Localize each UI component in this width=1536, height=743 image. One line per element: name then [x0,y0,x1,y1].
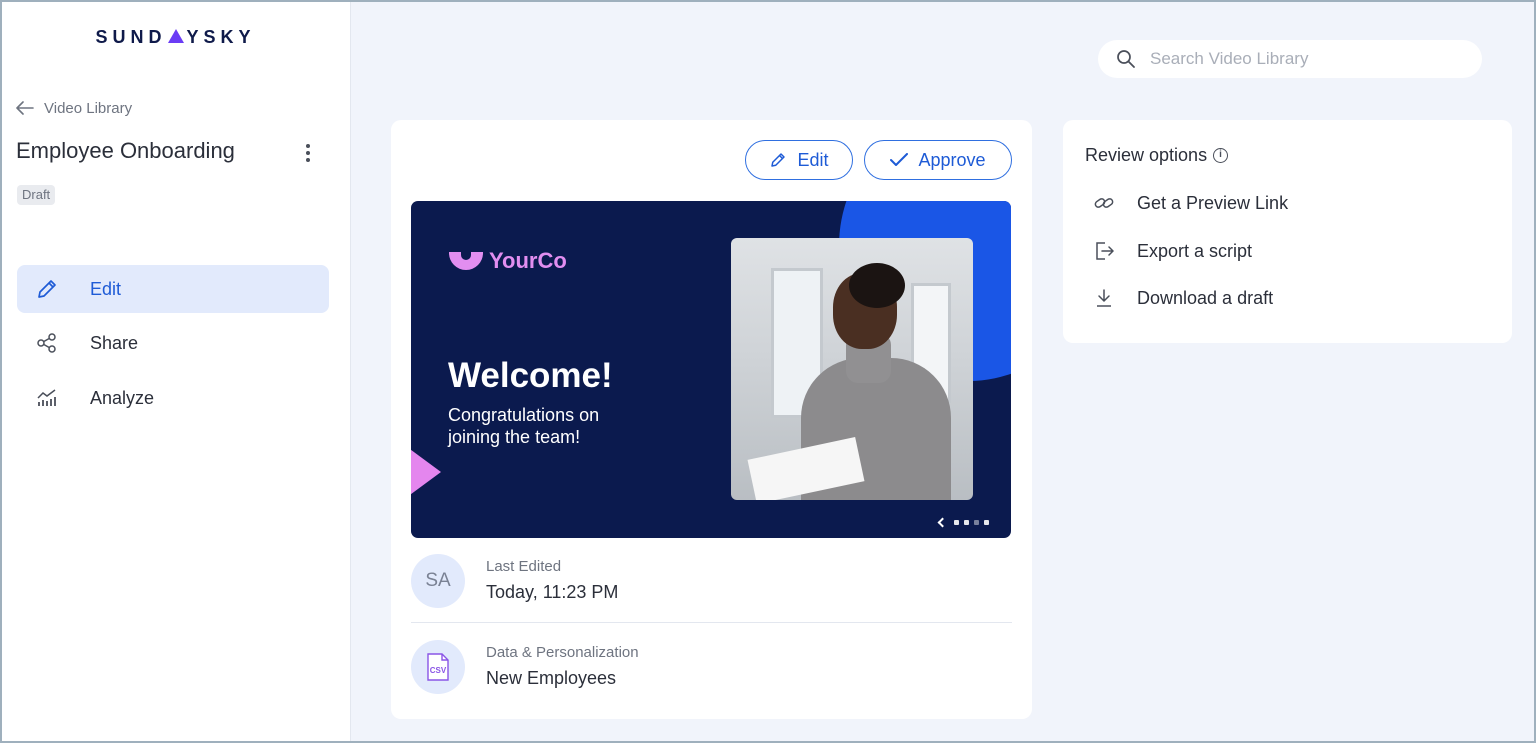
last-edited-label: Last Edited [486,558,562,575]
arrow-left-icon [16,101,34,115]
nav-item-edit[interactable]: Edit [17,265,329,313]
more-options-icon[interactable] [298,140,318,166]
divider [411,622,1012,623]
slide-pager[interactable] [937,517,989,528]
approve-button[interactable]: Approve [864,140,1012,180]
logo-triangle-icon [168,29,185,43]
export-script-label: Export a script [1137,240,1253,261]
chevron-left-icon[interactable] [937,517,948,528]
export-script-option[interactable]: Export a script [1093,236,1493,266]
pager-dot[interactable] [974,520,979,525]
search-icon [1117,50,1135,68]
approve-button-label: Approve [918,149,986,170]
pencil-icon [38,280,56,298]
svg-text:CSV: CSV [430,666,447,675]
video-preview[interactable]: YourCo Welcome! Congratulations on joini… [411,201,1011,538]
pager-dot[interactable] [984,520,989,525]
video-card: Edit Approve YourCo Welcome! Congratulat… [391,120,1032,719]
sundaysky-logo[interactable]: SUND YSKY [0,24,351,50]
nav-item-share[interactable]: Share [17,319,329,367]
preview-brand-text: YourCo [489,248,567,273]
pager-dot[interactable] [964,520,969,525]
data-personalization-value: New Employees [486,668,617,688]
decorative-triangle [411,441,441,503]
logo-text-left: SUND [95,26,167,47]
analytics-icon [37,389,56,406]
edit-button-label: Edit [797,149,829,170]
status-badge: Draft [17,185,56,205]
data-personalization-row[interactable]: CSV Data & Personalization New Employees [411,626,1012,696]
preview-photo [731,238,973,500]
nav-item-analyze[interactable]: Analyze [17,374,329,422]
yourco-logo-icon [449,252,483,270]
export-icon [1096,242,1114,260]
avatar: SA [411,554,465,608]
nav-label-edit: Edit [90,278,122,299]
download-draft-option[interactable]: Download a draft [1093,283,1493,313]
last-edited-row: SA Last Edited Today, 11:23 PM [411,540,1012,610]
back-label: Video Library [44,99,133,117]
logo-text-right: YSKY [186,26,256,47]
last-edited-value: Today, 11:23 PM [486,582,619,602]
pencil-icon [771,153,786,167]
preview-brand: YourCo [449,248,567,274]
nav-label-share: Share [90,332,139,353]
review-options-title-text: Review options [1085,145,1208,165]
review-options-panel: Review options i Get a Preview Link Expo… [1063,120,1512,343]
share-icon [37,333,56,353]
page-title: Employee Onboarding [16,138,235,163]
info-icon[interactable]: i [1213,148,1229,163]
preview-subline: Congratulations on joining the team! [448,405,600,447]
search-input[interactable] [1150,48,1460,70]
back-to-library-link[interactable]: Video Library [16,98,132,118]
download-icon [1097,289,1111,307]
review-options-title: Review options i [1085,145,1229,166]
preview-headline: Welcome! [448,356,613,395]
link-icon [1094,198,1114,208]
sidebar: SUND YSKY Video Library Employee Onboardi… [0,0,351,743]
edit-button[interactable]: Edit [745,140,853,180]
get-preview-link-option[interactable]: Get a Preview Link [1093,188,1493,218]
pager-dot[interactable] [954,520,959,525]
check-icon [890,153,909,166]
download-draft-label: Download a draft [1137,287,1274,308]
search-bar[interactable] [1098,40,1482,78]
csv-file-icon: CSV [411,640,465,694]
get-preview-link-label: Get a Preview Link [1137,192,1289,213]
data-personalization-label: Data & Personalization [486,644,639,661]
nav-label-analyze: Analyze [90,387,155,408]
